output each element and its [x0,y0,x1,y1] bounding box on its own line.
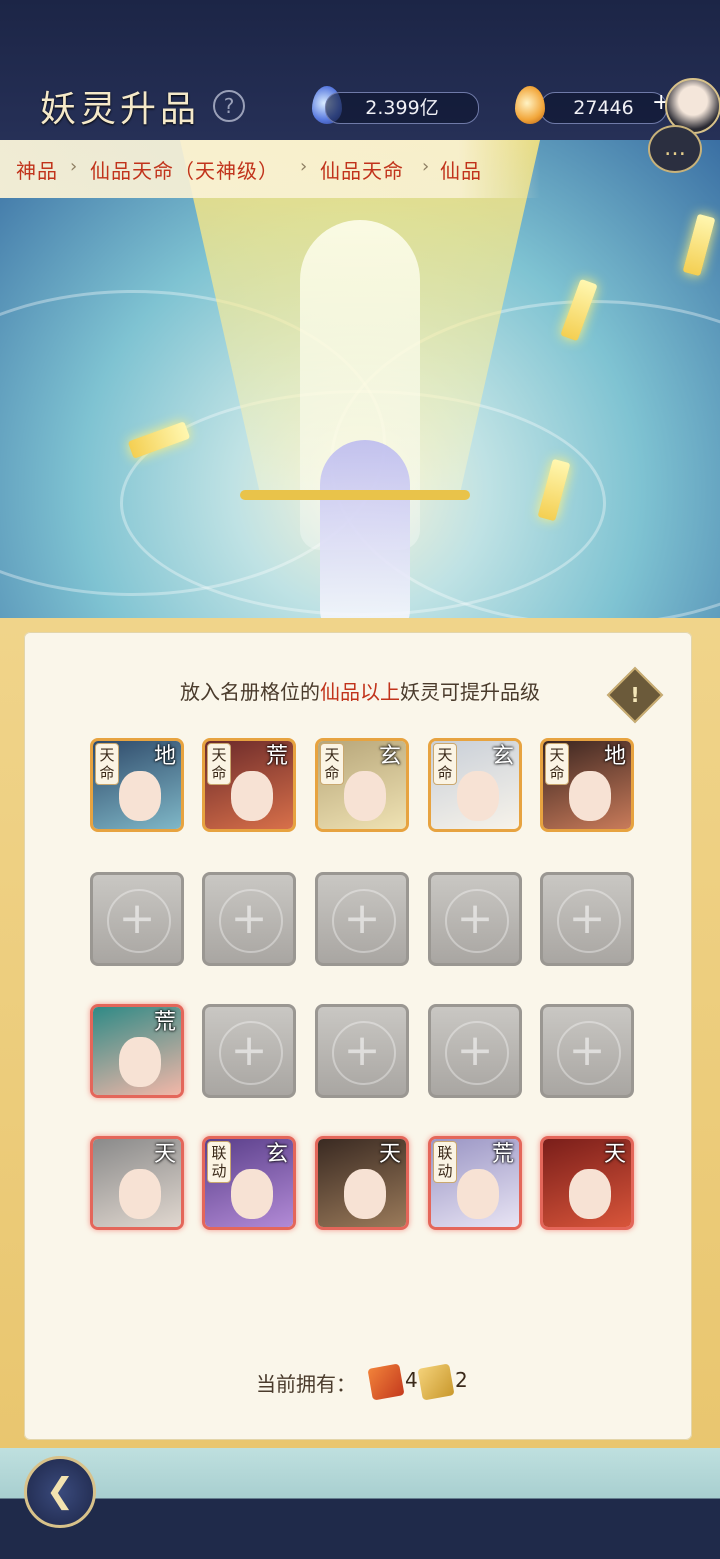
grade-label: 天 [603,1142,626,1167]
red-scroll-ticket-icon [367,1363,405,1401]
instruction-text: 放入名册格位的仙品以上妖灵可提升品级 [180,680,540,704]
bottom-bar [0,1448,720,1559]
grade-label: 荒 [153,1010,176,1035]
portrait-face [119,1037,161,1087]
gold-flame-icon [515,86,545,124]
roster-slot-filled[interactable]: 天 [540,1136,634,1230]
roster-slot-filled[interactable]: 地 天命 [90,738,184,832]
spirit-figure [320,440,410,640]
roster-slot-filled[interactable]: 天 [90,1136,184,1230]
add-slot-icon: + [568,1025,606,1076]
spirit-type-badge: 天命 [320,743,344,785]
roster-slot-filled[interactable]: 荒 联动 [428,1136,522,1230]
grade-label: 天 [378,1142,401,1167]
back-arrow-icon: ❮ [45,1471,75,1511]
breadcrumb-separator: › [422,156,430,177]
roster-slot-empty[interactable]: + [428,872,522,966]
portrait-face [231,1169,273,1219]
breadcrumb-item[interactable]: 仙品天命（天神级） [90,155,279,184]
roster-slot-empty[interactable]: + [428,1004,522,1098]
add-slot-icon: + [230,893,268,944]
portrait-face [344,771,386,821]
grade-label: 地 [153,744,176,769]
roster-slot-empty[interactable]: + [540,1004,634,1098]
help-button[interactable]: ? [213,90,245,122]
spirit-type-badge: 天命 [207,743,231,785]
portrait-face [119,771,161,821]
portrait-face [457,771,499,821]
portrait-face [119,1169,161,1219]
scroll-rod [240,490,470,500]
grade-label: 地 [603,744,626,769]
roster-slot-empty[interactable]: + [202,872,296,966]
grade-label: 玄 [265,1142,288,1167]
add-slot-icon: + [118,893,156,944]
breadcrumb-item[interactable]: 神品 [16,155,58,184]
roster-slot-empty[interactable]: + [202,1004,296,1098]
add-slot-icon: + [343,1025,381,1076]
back-button[interactable]: ❮ [24,1456,96,1528]
owned-label: 当前拥有： [256,1372,356,1396]
grade-label: 玄 [378,744,401,769]
add-slot-icon: + [230,1025,268,1076]
spirit-type-badge: 联动 [433,1141,457,1183]
breadcrumb-separator: › [70,156,78,177]
roster-slot-empty[interactable]: + [315,1004,409,1098]
roster-slot-empty[interactable]: + [540,872,634,966]
grade-label: 天 [153,1142,176,1167]
page-title: 妖灵升品 [40,89,201,130]
add-slot-icon: + [568,893,606,944]
grade-label: 玄 [491,744,514,769]
roster-slot-filled[interactable]: 玄 天命 [315,738,409,832]
owned-red-count: 4 [405,1368,418,1392]
roster-slot-filled[interactable]: 地 天命 [540,738,634,832]
chat-bubble-icon[interactable]: … [648,125,702,173]
spirit-type-badge: 天命 [433,743,457,785]
roster-slot-filled[interactable]: 玄 天命 [428,738,522,832]
roster-slot-filled[interactable]: 荒 天命 [202,738,296,832]
portrait-face [457,1169,499,1219]
spirit-type-badge: 天命 [545,743,569,785]
grade-label: 荒 [265,744,288,769]
gold-scroll-ticket-icon [417,1363,455,1401]
portrait-face [569,1169,611,1219]
portrait-face [569,771,611,821]
talisman-tag [682,213,716,277]
breadcrumb-item[interactable]: 仙品天命 [320,155,404,184]
portrait-face [231,771,273,821]
breadcrumb-item[interactable]: 仙品 [440,155,482,184]
breadcrumb-separator: › [300,156,308,177]
spirit-type-badge: 天命 [95,743,119,785]
add-slot-icon: + [343,893,381,944]
hero-artwork [0,140,720,640]
owned-gold-count: 2 [455,1368,468,1392]
resource-gold-counter: 27446 [540,92,667,124]
roster-slot-empty[interactable]: + [90,872,184,966]
roster-slot-filled[interactable]: 荒 [90,1004,184,1098]
roster-slot-filled[interactable]: 玄 联动 [202,1136,296,1230]
add-slot-icon: + [456,893,494,944]
grade-label: 荒 [491,1142,514,1167]
portrait-face [344,1169,386,1219]
roster-slot-empty[interactable]: + [315,872,409,966]
roster-slot-filled[interactable]: 天 [315,1136,409,1230]
resource-spirit-counter: 2.399亿 [325,92,479,124]
spirit-type-badge: 联动 [207,1141,231,1183]
add-slot-icon: + [456,1025,494,1076]
